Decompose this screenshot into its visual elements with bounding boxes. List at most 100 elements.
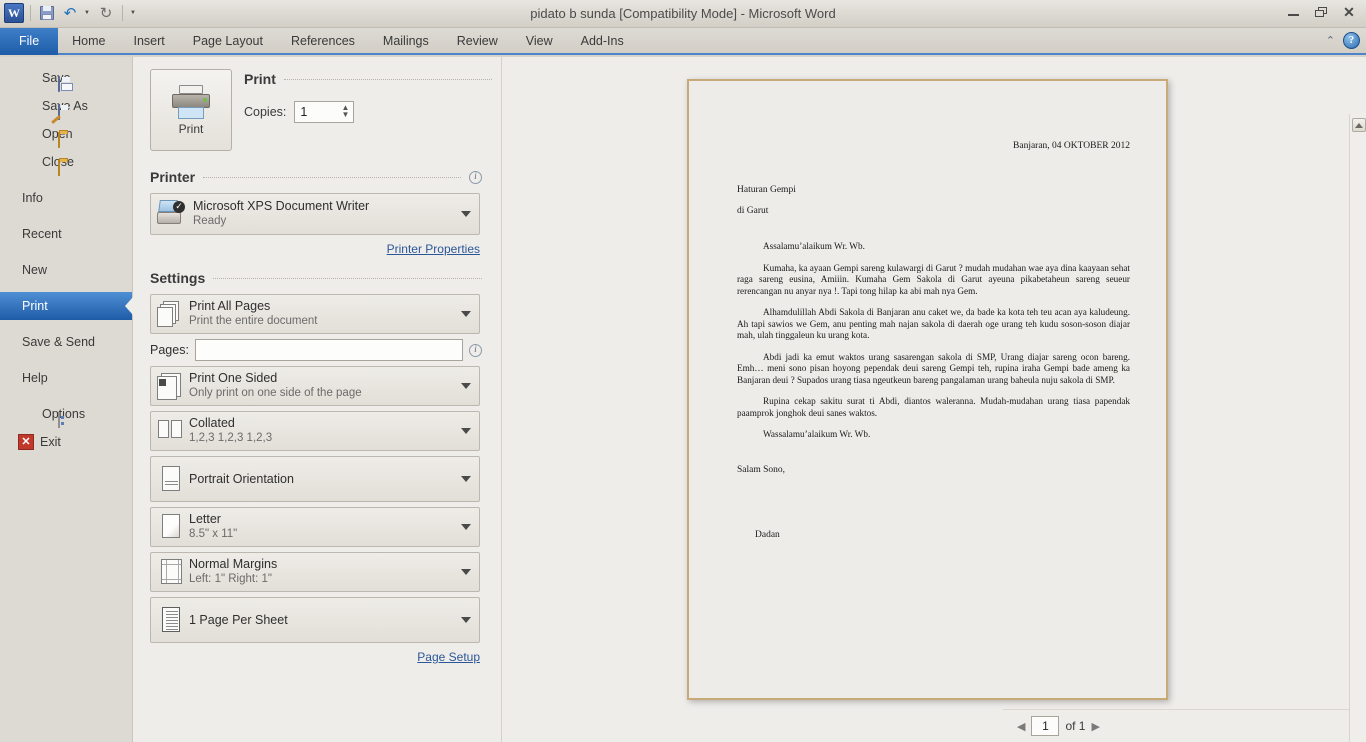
- document-paragraph: Abdi jadi ka emut waktos urang sasarenga…: [737, 351, 1130, 385]
- collation-main: Collated: [189, 416, 235, 430]
- sidebar-item-open[interactable]: Open: [0, 120, 132, 148]
- sidebar-item-label: Recent: [22, 227, 62, 241]
- printer-select[interactable]: ✓ Microsoft XPS Document Writer Ready: [150, 193, 480, 235]
- print-sides-select[interactable]: Print One Sided Only print on one side o…: [150, 366, 480, 406]
- page-number-input[interactable]: [1031, 716, 1060, 736]
- document-signature-space: [737, 486, 1130, 530]
- document-signoff: Salam Sono,: [737, 464, 786, 475]
- chevron-down-icon: [461, 211, 471, 217]
- margins-select[interactable]: Normal Margins Left: 1" Right: 1": [150, 552, 480, 592]
- tab-home[interactable]: Home: [58, 28, 119, 55]
- collated-icon: [157, 418, 183, 444]
- margins-sub: Left: 1" Right: 1": [189, 573, 272, 585]
- chevron-down-icon: [461, 569, 471, 575]
- tab-review[interactable]: Review: [443, 28, 512, 55]
- printer-info-icon[interactable]: i: [469, 170, 482, 184]
- sidebar-item-new[interactable]: New: [0, 256, 132, 284]
- paper-size-main: Letter: [189, 512, 221, 526]
- save-icon: [58, 76, 60, 92]
- ribbon-tab-bar: File Home Insert Page Layout References …: [0, 28, 1366, 55]
- print-sides-sub: Only print on one side of the page: [189, 387, 362, 399]
- pages-info-icon[interactable]: i: [469, 343, 482, 357]
- orientation-main: Portrait Orientation: [189, 471, 294, 486]
- close-button[interactable]: ✕: [1336, 2, 1362, 22]
- printer-properties-link[interactable]: Printer Properties: [387, 242, 480, 256]
- printer-name: Microsoft XPS Document Writer: [193, 199, 370, 213]
- chevron-up-icon: [1355, 122, 1363, 128]
- sidebar-item-save-and-send[interactable]: Save & Send: [0, 328, 132, 356]
- heading-rule: [283, 78, 492, 80]
- backstage-view: Save Save As Open Close Info Recent: [0, 57, 1366, 742]
- spin-down-icon[interactable]: ▼: [341, 111, 349, 119]
- close-icon: ✕: [1343, 3, 1355, 20]
- preview-vertical-scrollbar[interactable]: [1349, 114, 1366, 742]
- copies-spin-arrows[interactable]: ▲ ▼: [341, 104, 349, 119]
- tab-add-ins[interactable]: Add-Ins: [567, 28, 638, 55]
- minimize-button[interactable]: [1280, 2, 1306, 22]
- paper-size-sub: 8.5" x 11": [189, 528, 238, 540]
- print-button[interactable]: Print: [150, 69, 232, 151]
- collation-select[interactable]: Collated 1,2,3 1,2,3 1,2,3: [150, 411, 480, 451]
- document-spacer: [737, 227, 1130, 241]
- copies-stepper[interactable]: ▲ ▼: [294, 101, 355, 123]
- pages-row: Pages: i: [150, 339, 482, 361]
- print-heading: Print: [244, 71, 276, 87]
- help-icon[interactable]: ?: [1343, 32, 1360, 49]
- document-recipient-2: di Garut: [737, 206, 769, 216]
- next-page-icon[interactable]: ▶: [1091, 720, 1099, 733]
- paper-size-icon: [157, 514, 183, 540]
- tab-insert[interactable]: Insert: [120, 28, 179, 55]
- document-closing-salam: Wassalamu’alaikum Wr. Wb.: [763, 429, 871, 439]
- scroll-up-button[interactable]: [1352, 118, 1366, 132]
- tab-page-layout[interactable]: Page Layout: [179, 28, 277, 55]
- document-signature: Dadan: [755, 529, 780, 540]
- chevron-down-icon: [461, 476, 471, 482]
- tab-references[interactable]: References: [277, 28, 369, 55]
- page-setup-link[interactable]: Page Setup: [417, 650, 480, 664]
- document-greeting: Assalamu’alaikum Wr. Wb.: [763, 241, 865, 251]
- sidebar-item-label: Exit: [40, 435, 61, 449]
- pages-per-sheet-select[interactable]: 1 Page Per Sheet: [150, 597, 480, 643]
- sidebar-item-exit[interactable]: ✕ Exit: [0, 428, 132, 456]
- sidebar-divider-6: [0, 356, 132, 364]
- sidebar-item-recent[interactable]: Recent: [0, 220, 132, 248]
- preview-page[interactable]: Banjaran, 04 OKTOBER 2012 Haturan Gempi …: [687, 79, 1168, 700]
- tab-mailings[interactable]: Mailings: [369, 28, 443, 55]
- sidebar-item-label: Save & Send: [22, 335, 95, 349]
- open-folder-icon: [58, 132, 60, 148]
- sidebar-item-help[interactable]: Help: [0, 364, 132, 392]
- options-icon: [58, 412, 60, 428]
- restore-button[interactable]: [1308, 2, 1334, 22]
- collapse-ribbon-icon[interactable]: ⌃: [1326, 34, 1335, 47]
- margins-icon: [157, 559, 183, 585]
- pages-label: Pages:: [150, 343, 189, 357]
- settings-rule: [213, 277, 482, 279]
- print-range-sub: Print the entire document: [189, 315, 318, 327]
- paper-size-select[interactable]: Letter 8.5" x 11": [150, 507, 480, 547]
- portrait-icon: [157, 466, 183, 492]
- prev-page-icon[interactable]: ◀: [1017, 720, 1025, 733]
- printer-properties-row: Printer Properties: [150, 240, 480, 258]
- sidebar-item-save[interactable]: Save: [0, 64, 132, 92]
- margins-main: Normal Margins: [189, 557, 278, 571]
- orientation-select[interactable]: Portrait Orientation: [150, 456, 480, 502]
- page-count-label: of 1: [1065, 719, 1086, 733]
- sidebar-item-label: Help: [22, 371, 48, 385]
- printer-section-header: Printer i: [150, 169, 482, 185]
- sidebar-divider-3: [0, 248, 132, 256]
- tab-file[interactable]: File: [0, 28, 59, 55]
- sidebar-item-save-as[interactable]: Save As: [0, 92, 132, 120]
- tab-view[interactable]: View: [512, 28, 567, 55]
- sidebar-item-close[interactable]: Close: [0, 148, 132, 176]
- preview-status-bar: ◀ of 1 ▶ 58% − +: [1003, 709, 1366, 742]
- pages-input[interactable]: [194, 339, 463, 361]
- save-as-icon: [58, 104, 60, 120]
- print-range-select[interactable]: Print All Pages Print the entire documen…: [150, 294, 480, 334]
- copies-input[interactable]: [295, 103, 336, 121]
- print-settings-panel: Print Print Copies: ▲ ▼: [150, 69, 500, 678]
- one-sided-icon: [157, 373, 183, 400]
- sidebar-item-options[interactable]: Options: [0, 400, 132, 428]
- window-title: pidato b sunda [Compatibility Mode] - Mi…: [530, 6, 836, 21]
- sidebar-item-print[interactable]: Print: [0, 292, 133, 320]
- sidebar-item-info[interactable]: Info: [0, 184, 132, 212]
